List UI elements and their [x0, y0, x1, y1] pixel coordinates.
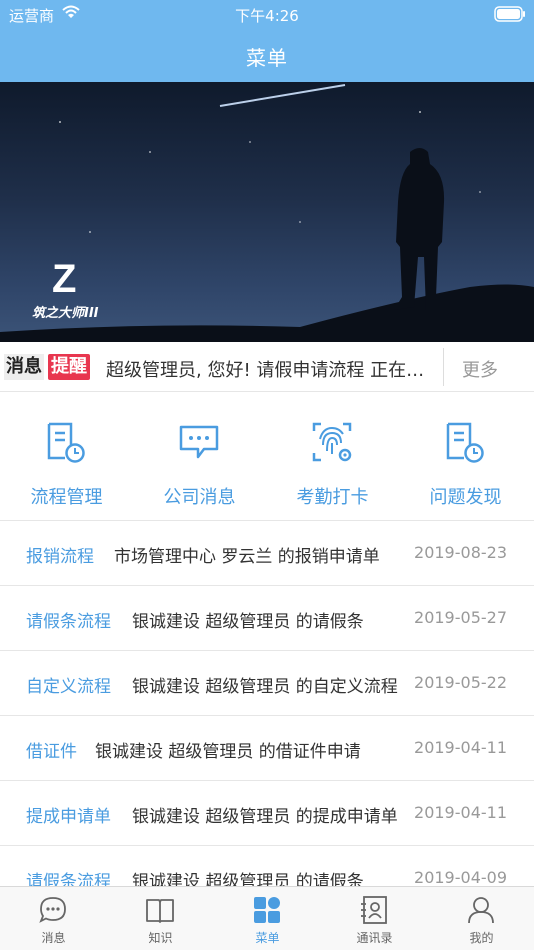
list-item[interactable]: 借证件 银诚建设 超级管理员 的借证件申请 2019-04-11 — [0, 716, 534, 781]
tab-menu[interactable]: 菜单 — [214, 887, 321, 950]
status-time: 下午4:26 — [235, 7, 299, 25]
quick-item-company-news[interactable]: 公司消息 — [133, 393, 266, 521]
quick-item-label: 流程管理 — [30, 487, 103, 508]
tab-contacts[interactable]: 通讯录 — [321, 887, 428, 950]
svg-text:Z: Z — [52, 257, 76, 301]
status-bar: 运营商 下午4:26 — [0, 0, 534, 28]
header: 运营商 下午4:26 菜单 — [0, 0, 534, 82]
quick-item-process-management[interactable]: 流程管理 — [0, 393, 133, 521]
list-item-type: 提成申请单 — [26, 807, 111, 827]
banner-logo-text: 筑之大师III — [32, 306, 99, 321]
list-item-date: 2019-08-23 — [414, 543, 507, 562]
quick-menu: 流程管理 公司消息 考勤打卡 问题发现 — [0, 393, 534, 521]
document-clock-icon — [446, 422, 484, 463]
book-icon — [146, 899, 174, 923]
list-item-date: 2019-05-27 — [414, 608, 507, 627]
notice-label: 消息 — [4, 354, 44, 380]
notice-more-link[interactable]: 更多 — [462, 356, 498, 382]
tab-bar: 消息 知识 菜单 通讯录 我的 — [0, 886, 534, 950]
banner-image[interactable]: Z 筑之大师III — [0, 82, 534, 342]
tab-label: 我的 — [469, 931, 494, 945]
list-item-type: 请假条流程 — [26, 612, 111, 632]
list-item-desc: 市场管理中心 罗云兰 的报销申请单 — [114, 547, 380, 567]
list-item-type: 借证件 — [26, 742, 77, 762]
list-item-type: 报销流程 — [26, 547, 94, 567]
tab-label: 消息 — [41, 931, 66, 945]
quick-item-label: 考勤打卡 — [296, 487, 369, 508]
list-item-date: 2019-04-09 — [414, 868, 507, 887]
quick-item-issue-report[interactable]: 问题发现 — [399, 393, 532, 521]
tab-messages[interactable]: 消息 — [0, 887, 107, 950]
notice-divider — [443, 348, 444, 386]
tab-label: 知识 — [148, 931, 173, 945]
list-item[interactable]: 报销流程 市场管理中心 罗云兰 的报销申请单 2019-08-23 — [0, 521, 534, 586]
list-item-desc: 银诚建设 超级管理员 的请假条 — [132, 612, 364, 632]
tab-knowledge[interactable]: 知识 — [107, 887, 214, 950]
tab-label: 菜单 — [255, 931, 280, 945]
document-clock-icon — [47, 422, 85, 463]
notice-badge: 提醒 — [48, 354, 90, 380]
notice-bar[interactable]: 消息 提醒 超级管理员, 您好! 请假申请流程 正在等待您的审批 更多 — [0, 342, 534, 392]
list-item-desc: 银诚建设 超级管理员 的自定义流程 — [132, 677, 398, 697]
list-item-desc: 银诚建设 超级管理员 的提成申请单 — [132, 807, 398, 827]
list-item-date: 2019-05-22 — [414, 673, 507, 692]
chat-bubble-icon — [179, 425, 219, 459]
battery-icon — [494, 6, 525, 22]
list-item-type: 自定义流程 — [26, 677, 111, 697]
quick-item-label: 公司消息 — [163, 487, 236, 508]
grid-icon — [254, 897, 280, 923]
quick-item-attendance[interactable]: 考勤打卡 — [266, 393, 399, 521]
contacts-icon — [361, 896, 387, 924]
person-icon — [468, 897, 494, 924]
chat-icon — [39, 897, 66, 923]
tab-me[interactable]: 我的 — [428, 887, 534, 950]
list-item-desc: 银诚建设 超级管理员 的借证件申请 — [95, 742, 361, 762]
quick-item-label: 问题发现 — [429, 487, 502, 508]
notice-text[interactable]: 超级管理员, 您好! 请假申请流程 正在等待您的审批 — [106, 356, 438, 382]
list-item-date: 2019-04-11 — [414, 738, 507, 757]
list-item[interactable]: 提成申请单 银诚建设 超级管理员 的提成申请单 2019-04-11 — [0, 781, 534, 846]
tab-label: 通讯录 — [356, 931, 393, 945]
list-item[interactable]: 请假条流程 银诚建设 超级管理员 的请假条 2019-05-27 — [0, 586, 534, 651]
page-title: 菜单 — [246, 46, 288, 70]
list-item-date: 2019-04-11 — [414, 803, 507, 822]
fingerprint-icon — [312, 422, 352, 462]
list-item[interactable]: 自定义流程 银诚建设 超级管理员 的自定义流程 2019-05-22 — [0, 651, 534, 716]
